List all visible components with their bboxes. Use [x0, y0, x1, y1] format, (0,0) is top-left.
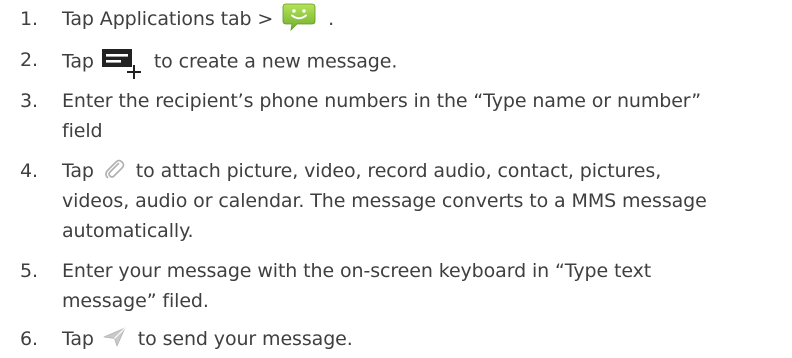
step-text-before: Tap [62, 328, 100, 350]
step-number: 1. [20, 8, 38, 30]
step-text-line-1: Enter the recipient’s phone numbers in t… [62, 90, 702, 112]
step-text-after: to create a new message. [153, 50, 398, 73]
step-text: Enter your message with the on-screen ke… [62, 256, 787, 316]
step-text-line-3: automatically. [62, 220, 194, 242]
step-number: 4. [20, 160, 38, 182]
step-number: 3. [20, 90, 38, 112]
step-text-after: . [322, 8, 335, 30]
step-text: Tap Applications tab > . [62, 2, 787, 35]
step-text-line-2: field [62, 120, 103, 142]
step-number: 6. [20, 328, 38, 350]
paperclip-icon [102, 157, 126, 181]
step-text-after: to send your message. [131, 328, 353, 350]
step-text-before: Tap Applications tab > [62, 8, 280, 30]
step-text-line-2: message” filed. [62, 290, 209, 312]
step-text-before: Tap [62, 160, 100, 182]
step-text: Tap to send your message. [62, 324, 787, 354]
step-text: Tap to attach picture, video, record aud… [62, 156, 787, 246]
step-text: Enter the recipient’s phone numbers in t… [62, 86, 787, 146]
step-text-after: to attach picture, video, record audio, … [129, 160, 662, 182]
step-number: 5. [20, 260, 38, 282]
step-text-before: Tap [62, 50, 100, 73]
new-message-icon [101, 47, 144, 81]
step-text-line-1: Enter your message with the on-screen ke… [62, 260, 652, 282]
step-text-line-1: Tap to attach picture, video, record aud… [62, 156, 787, 186]
step-number: 2. [20, 49, 38, 71]
step-text: Tap to create a new message. [62, 45, 787, 79]
step-text-line-2: videos, audio or calendar. The message c… [62, 190, 707, 212]
send-icon [102, 325, 128, 349]
messaging-app-icon [282, 2, 316, 32]
